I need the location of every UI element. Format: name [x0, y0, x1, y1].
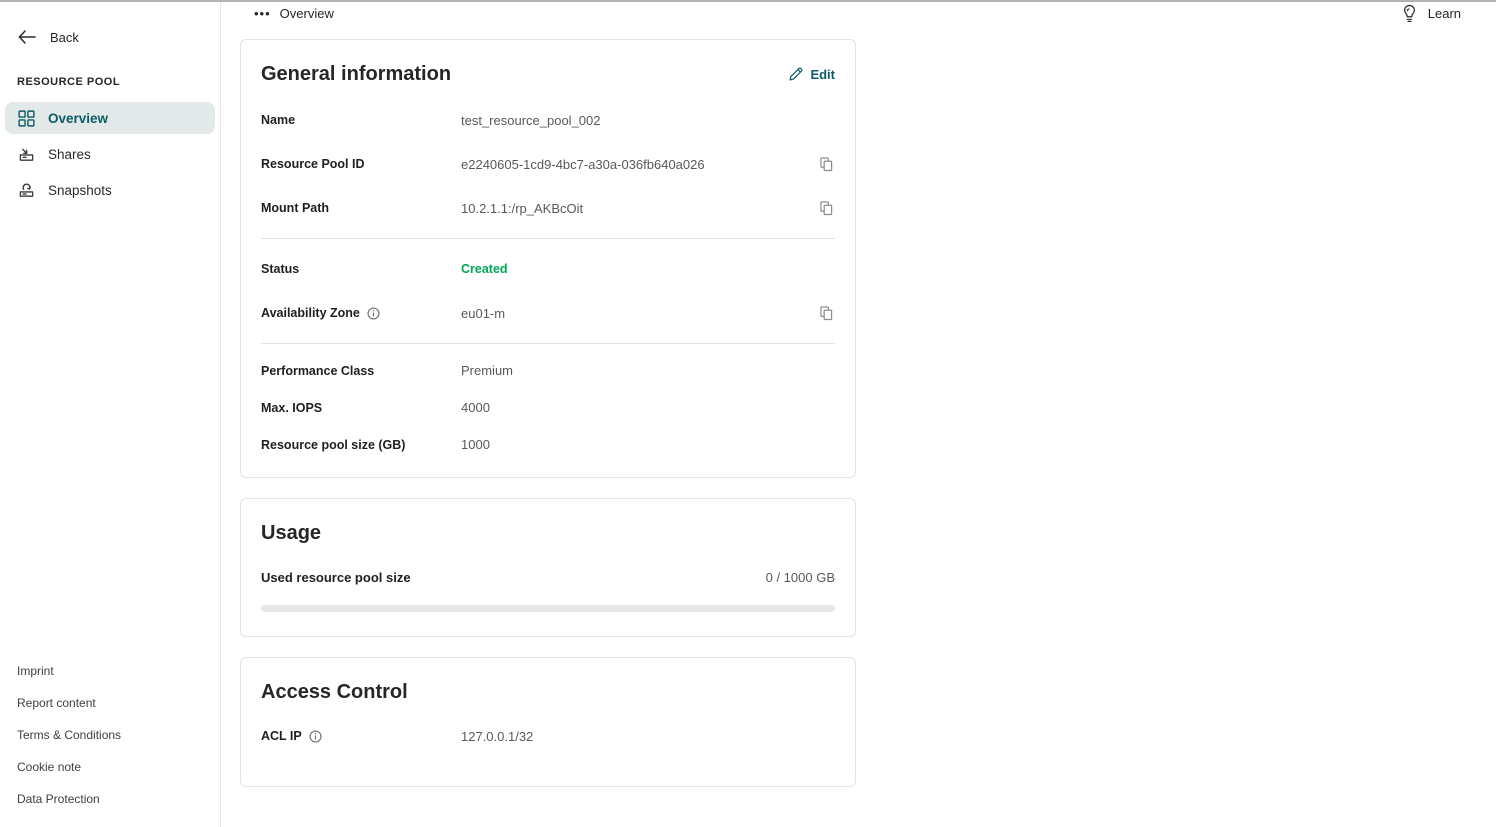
app-root: Back RESOURCE POOL Overview — [0, 2, 1496, 827]
card-title-access-control: Access Control — [261, 678, 835, 706]
field-label: Name — [261, 113, 295, 127]
edit-label: Edit — [810, 67, 835, 82]
sidebar-item-overview[interactable]: Overview — [5, 102, 215, 134]
footer-link-data-protection[interactable]: Data Protection — [17, 793, 203, 805]
sidebar: Back RESOURCE POOL Overview — [0, 2, 221, 827]
snapshots-icon — [18, 182, 35, 199]
access-control-card: Access Control ACL IP 127.0.0.1/32 — [240, 657, 856, 787]
field-label: Mount Path — [261, 201, 329, 215]
field-value: test_resource_pool_002 — [461, 113, 835, 128]
field-value: e2240605-1cd9-4bc7-a30a-036fb640a026 — [461, 157, 818, 172]
card-title-usage: Usage — [261, 519, 835, 547]
divider — [261, 238, 835, 239]
sidebar-nav: Overview Shares — [0, 102, 220, 206]
field-label: Status — [261, 262, 299, 276]
field-value: 1000 — [461, 437, 835, 452]
info-row-acl-ip: ACL IP 127.0.0.1/32 — [261, 714, 835, 758]
usage-row: Used resource pool size 0 / 1000 GB — [261, 563, 835, 591]
learn-button[interactable]: Learn — [1402, 4, 1461, 23]
learn-label: Learn — [1428, 6, 1461, 21]
shares-icon — [18, 146, 35, 163]
info-row-resource-pool-size: Resource pool size (GB) 1000 — [261, 426, 835, 463]
sidebar-item-label: Overview — [48, 111, 108, 126]
pencil-icon — [788, 67, 803, 82]
info-icon[interactable] — [309, 730, 322, 743]
back-button[interactable]: Back — [0, 24, 220, 50]
copy-icon — [820, 201, 833, 216]
sidebar-item-label: Snapshots — [48, 183, 112, 198]
field-label: Max. IOPS — [261, 401, 322, 415]
breadcrumb: ••• Overview — [254, 6, 334, 21]
field-value: Premium — [461, 363, 835, 378]
field-label: ACL IP — [261, 729, 302, 743]
main-header: ••• Overview Learn — [221, 2, 1496, 25]
field-label: Availability Zone — [261, 306, 360, 320]
footer-link-report-content[interactable]: Report content — [17, 697, 203, 709]
footer-link-terms[interactable]: Terms & Conditions — [17, 729, 203, 741]
field-label: Resource Pool ID — [261, 157, 365, 171]
lightbulb-icon — [1402, 4, 1417, 23]
copy-icon — [820, 306, 833, 321]
field-value: 127.0.0.1/32 — [461, 729, 835, 744]
sidebar-item-label: Shares — [48, 147, 91, 162]
general-information-card: General information Edit Name test_re — [240, 39, 856, 478]
usage-card: Usage Used resource pool size 0 / 1000 G… — [240, 498, 856, 637]
card-title-general-information: General information — [261, 60, 451, 88]
sidebar-section-title: RESOURCE POOL — [0, 76, 220, 88]
info-row-max-iops: Max. IOPS 4000 — [261, 389, 835, 426]
main-area: ••• Overview Learn General — [221, 2, 1496, 827]
copy-resource-pool-id-button[interactable] — [818, 155, 835, 174]
copy-availability-zone-button[interactable] — [818, 304, 835, 323]
copy-icon — [820, 157, 833, 172]
field-value: eu01-m — [461, 306, 818, 321]
page-content: General information Edit Name test_re — [221, 25, 1496, 827]
usage-label: Used resource pool size — [261, 570, 411, 585]
field-value: 10.2.1.1:/rp_AKBcOit — [461, 201, 818, 216]
sidebar-footer: Imprint Report content Terms & Condition… — [0, 665, 220, 827]
info-icon[interactable] — [367, 307, 380, 320]
info-row-status: Status Created — [261, 247, 835, 291]
info-row-availability-zone: Availability Zone eu01-m — [261, 291, 835, 335]
field-label: Resource pool size (GB) — [261, 438, 405, 452]
sidebar-item-shares[interactable]: Shares — [5, 138, 215, 170]
info-row-resource-pool-id: Resource Pool ID e2240605-1cd9-4bc7-a30a… — [261, 142, 835, 186]
status-badge: Created — [461, 262, 835, 276]
divider — [261, 343, 835, 344]
back-label: Back — [50, 30, 79, 45]
usage-progress-bar — [261, 605, 835, 612]
usage-value: 0 / 1000 GB — [766, 570, 835, 585]
info-row-mount-path: Mount Path 10.2.1.1:/rp_AKBcOit — [261, 186, 835, 230]
copy-mount-path-button[interactable] — [818, 199, 835, 218]
dashboard-icon — [18, 110, 35, 127]
breadcrumb-ellipsis-button[interactable]: ••• — [254, 9, 271, 19]
field-label: Performance Class — [261, 364, 374, 378]
info-row-name: Name test_resource_pool_002 — [261, 98, 835, 142]
footer-link-cookie-note[interactable]: Cookie note — [17, 761, 203, 773]
footer-link-imprint[interactable]: Imprint — [17, 665, 203, 677]
arrow-left-icon — [18, 30, 36, 44]
sidebar-item-snapshots[interactable]: Snapshots — [5, 174, 215, 206]
info-row-performance-class: Performance Class Premium — [261, 352, 835, 389]
field-value: 4000 — [461, 400, 835, 415]
breadcrumb-current: Overview — [280, 6, 334, 21]
edit-button[interactable]: Edit — [788, 67, 835, 82]
